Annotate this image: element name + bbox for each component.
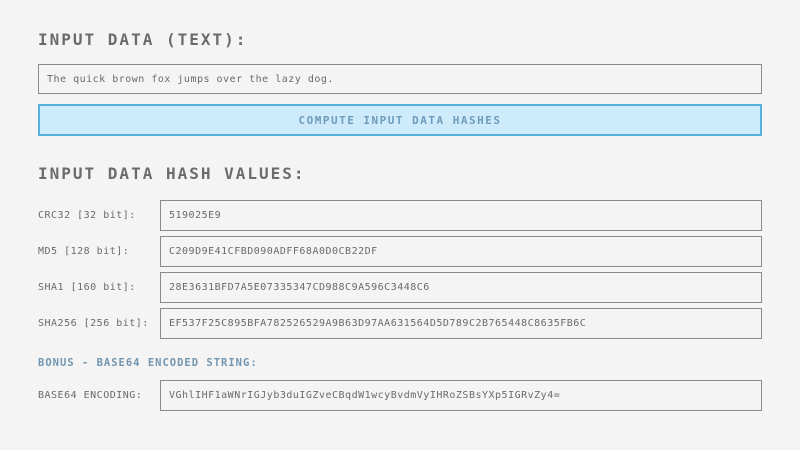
sha256-value-field[interactable] [160,308,762,339]
hash-row-md5: MD5 [128 bit]: [38,236,762,267]
compute-hashes-button[interactable]: COMPUTE INPUT DATA HASHES [38,104,762,136]
sha1-label: SHA1 [160 bit]: [38,282,160,293]
base64-value-field[interactable] [160,380,762,411]
md5-value-field[interactable] [160,236,762,267]
input-data-field[interactable] [38,64,762,94]
base64-row: BASE64 ENCODING: [38,380,762,411]
hash-row-sha1: SHA1 [160 bit]: [38,272,762,303]
base64-label: BASE64 ENCODING: [38,390,160,401]
input-data-title: INPUT DATA (TEXT): [38,30,762,49]
hash-values-title: INPUT DATA HASH VALUES: [38,164,762,183]
sha1-value-field[interactable] [160,272,762,303]
md5-label: MD5 [128 bit]: [38,246,160,257]
hash-row-crc32: CRC32 [32 bit]: [38,200,762,231]
bonus-base64-title: BONUS - BASE64 ENCODED STRING: [38,357,762,369]
crc32-value-field[interactable] [160,200,762,231]
hash-row-sha256: SHA256 [256 bit]: [38,308,762,339]
sha256-label: SHA256 [256 bit]: [38,318,160,329]
hash-tool-page: INPUT DATA (TEXT): COMPUTE INPUT DATA HA… [0,30,800,450]
crc32-label: CRC32 [32 bit]: [38,210,160,221]
hash-rows: CRC32 [32 bit]: MD5 [128 bit]: SHA1 [160… [38,200,762,339]
